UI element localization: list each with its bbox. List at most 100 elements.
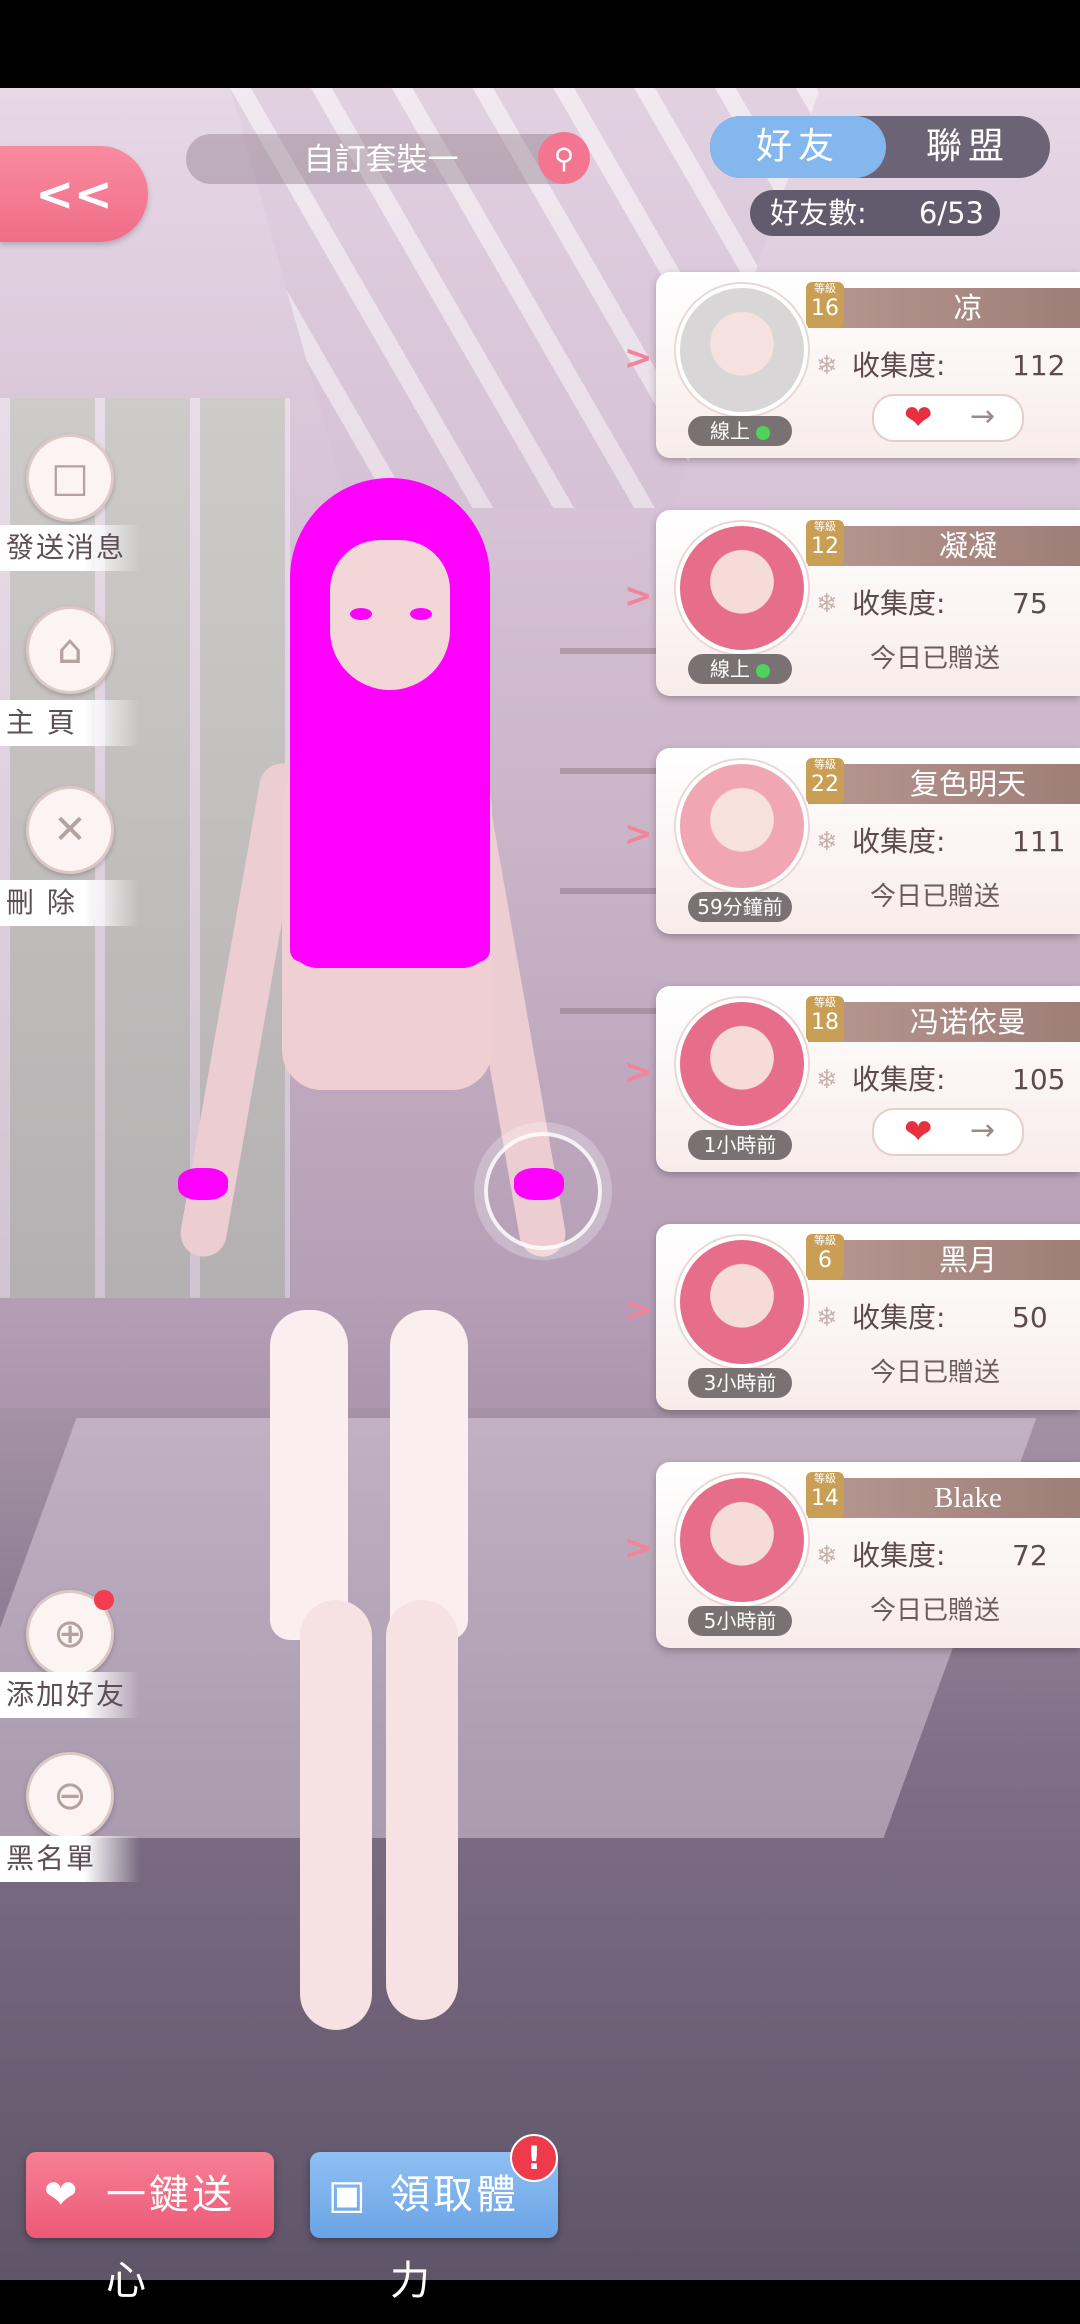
collection-value: 50 <box>1012 1301 1048 1334</box>
snowflake-icon: ❄ <box>816 1541 838 1571</box>
avatar[interactable] <box>676 760 808 892</box>
status-badge: 5小時前 <box>688 1606 792 1636</box>
tab-friends[interactable]: 好友 <box>710 116 886 178</box>
collection-row: ❄ 收集度: 111 <box>816 822 1076 862</box>
avatar[interactable] <box>676 522 808 654</box>
arrow-right-icon: → <box>970 1113 996 1148</box>
collection-value: 72 <box>1012 1539 1048 1572</box>
collection-row: ❄ 收集度: 72 <box>816 1536 1076 1576</box>
heart-icon: ❤ <box>904 1112 933 1152</box>
online-dot-icon <box>756 663 770 678</box>
friend-card[interactable]: > 59分鐘前 复色明天 等級 22 ❄ 收集度: 111 今日已贈送 <box>624 748 1080 934</box>
online-dot-icon <box>756 425 770 440</box>
status-badge: 3小時前 <box>688 1368 792 1398</box>
collection-row: ❄ 收集度: 112 <box>816 346 1076 386</box>
friend-card[interactable]: > 3小時前 黑月 等級 6 ❄ 收集度: 50 今日已贈送 <box>624 1224 1080 1410</box>
arrow-right-icon: → <box>970 399 996 434</box>
wrist-bow-left <box>178 1168 228 1200</box>
collection-row: ❄ 收集度: 50 <box>816 1298 1076 1338</box>
double-chevron-left-icon: << <box>35 167 113 221</box>
side-item-home[interactable]: 主 頁 <box>0 700 140 746</box>
character-face <box>330 540 450 690</box>
search-icon[interactable]: ⚲ <box>538 132 590 184</box>
snowflake-icon: ❄ <box>816 589 838 619</box>
alert-badge: ! <box>510 2134 558 2182</box>
chevron-right-icon: > <box>624 1528 653 1568</box>
side-item-send-message[interactable]: 發送消息 <box>0 525 140 571</box>
snowflake-icon: ❄ <box>816 1065 838 1095</box>
snowflake-icon: ❄ <box>816 351 838 381</box>
send-all-hearts-button[interactable]: ❤ 一鍵送心 <box>26 2152 274 2304</box>
collection-value: 111 <box>1012 825 1066 858</box>
send-heart-button[interactable]: ❤ → <box>872 394 1024 442</box>
level-badge: 等級 6 <box>806 1234 844 1280</box>
level-badge: 等級 18 <box>806 996 844 1042</box>
level-badge: 等級 14 <box>806 1472 844 1518</box>
character-eye <box>410 608 432 620</box>
name-bar: 复色明天 <box>808 764 1080 804</box>
accessory-ring-indicator[interactable] <box>484 1132 602 1250</box>
friend-name: 凉 <box>953 291 983 325</box>
collection-value: 105 <box>1012 1063 1066 1096</box>
character-left-leg <box>270 1310 348 1640</box>
chevron-right-icon: > <box>624 814 653 854</box>
chevron-right-icon: > <box>624 1052 653 1092</box>
blacklist-icon[interactable]: ⊖ <box>26 1752 114 1840</box>
friend-card[interactable]: > 1小時前 冯诺依曼 等級 18 ❄ 收集度: 105 ❤ → <box>624 986 1080 1172</box>
friend-count: 好友數: 6/53 <box>750 190 1000 236</box>
snowflake-icon: ❄ <box>816 1303 838 1333</box>
side-item-add-friend[interactable]: 添加好友 <box>0 1672 140 1718</box>
avatar[interactable] <box>676 284 808 416</box>
character-top <box>290 812 490 962</box>
notification-dot <box>94 1590 114 1610</box>
status-badge: 線上 <box>688 654 792 684</box>
friend-count-value: 6/53 <box>918 196 984 230</box>
friend-name: 黑月 <box>938 1243 997 1277</box>
snowflake-icon: ❄ <box>816 827 838 857</box>
chat-icon[interactable]: □ <box>26 434 114 522</box>
status-badge: 1小時前 <box>688 1130 792 1160</box>
character-right-shin <box>386 1600 458 2020</box>
friend-name: 凝凝 <box>938 529 997 563</box>
chevron-right-icon: > <box>624 576 653 616</box>
back-button[interactable]: << <box>0 146 148 242</box>
avatar[interactable] <box>676 1474 808 1606</box>
sent-today-label: 今日已贈送 <box>870 1596 1001 1626</box>
character-left-shin <box>300 1600 372 2030</box>
side-item-delete[interactable]: 刪 除 <box>0 880 140 926</box>
sent-today-label: 今日已贈送 <box>870 882 1001 912</box>
friend-count-label: 好友數: <box>770 196 867 230</box>
name-bar: 凉 <box>808 288 1080 328</box>
friend-card[interactable]: > 5小時前 Blake 等級 14 ❄ 收集度: 72 今日已贈送 <box>624 1462 1080 1648</box>
avatar[interactable] <box>676 998 808 1130</box>
side-item-blacklist[interactable]: 黑名單 <box>0 1836 140 1882</box>
heart-icon: ❤ <box>904 398 933 438</box>
level-badge: 等級 16 <box>806 282 844 328</box>
collection-value: 75 <box>1012 587 1048 620</box>
friend-card[interactable]: > 線上 凉 等級 16 ❄ 收集度: 112 ❤ → <box>624 272 1080 458</box>
delete-icon[interactable]: ✕ <box>26 786 114 874</box>
friend-name: 复色明天 <box>909 767 1026 801</box>
level-badge: 等級 22 <box>806 758 844 804</box>
sent-today-label: 今日已贈送 <box>870 1358 1001 1388</box>
name-bar: Blake <box>808 1478 1080 1518</box>
home-icon[interactable]: ⌂ <box>26 606 114 694</box>
collection-row: ❄ 收集度: 105 <box>816 1060 1076 1100</box>
status-badge: 線上 <box>688 416 792 446</box>
sent-today-label: 今日已贈送 <box>870 644 1001 674</box>
chevron-right-icon: > <box>624 338 653 378</box>
level-badge: 等級 12 <box>806 520 844 566</box>
name-bar: 冯诺依曼 <box>808 1002 1080 1042</box>
collection-value: 112 <box>1012 349 1066 382</box>
character-eye <box>350 608 372 620</box>
status-badge: 59分鐘前 <box>688 892 792 922</box>
friend-card[interactable]: > 線上 凝凝 等級 12 ❄ 收集度: 75 今日已贈送 <box>624 510 1080 696</box>
tab-alliance[interactable]: 聯盟 <box>886 116 1050 178</box>
collection-row: ❄ 收集度: 75 <box>816 584 1076 624</box>
chevron-right-icon: > <box>624 1290 653 1330</box>
send-heart-button[interactable]: ❤ → <box>872 1108 1024 1156</box>
friend-name: Blake <box>934 1482 1002 1514</box>
avatar[interactable] <box>676 1236 808 1368</box>
friend-name: 冯诺依曼 <box>909 1005 1026 1039</box>
name-bar: 黑月 <box>808 1240 1080 1280</box>
